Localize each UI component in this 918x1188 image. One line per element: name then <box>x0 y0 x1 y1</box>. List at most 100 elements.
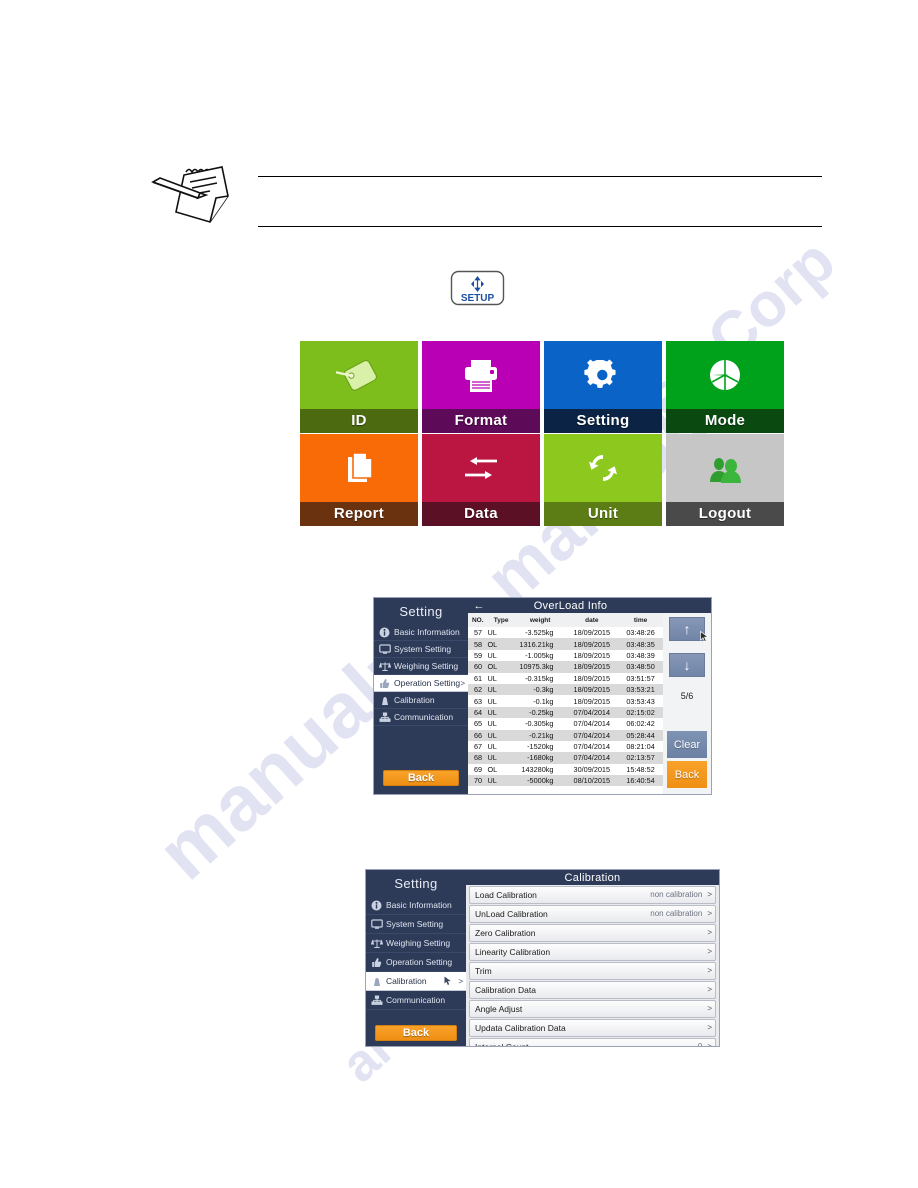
sidebar-item-operation-setting[interactable]: Operation Setting > <box>374 675 468 692</box>
sidebar-item-operation-setting[interactable]: Operation Setting <box>366 953 466 972</box>
table-cell-date: 07/04/2014 <box>573 719 611 729</box>
table-row[interactable]: 70 UL -5000kg 08/10/2015 16:40:54 <box>468 775 663 787</box>
table-row[interactable]: 58 OL 1316.21kg 18/09/2015 03:48:35 <box>468 638 663 650</box>
calibration-list-item[interactable]: Trim > <box>469 962 716 980</box>
calibration-list-item[interactable]: Calibration Data > <box>469 981 716 999</box>
mouse-cursor-icon <box>442 975 455 987</box>
tile-unit[interactable]: Unit <box>544 434 662 526</box>
table-cell-time: 03:51:57 <box>626 673 655 683</box>
scroll-up-button[interactable]: ↑ <box>669 617 709 643</box>
table-cell-time: 16:40:54 <box>626 776 655 786</box>
sidebar-item-label: Calibration <box>386 976 427 986</box>
chevron-right-icon: > <box>707 1023 712 1033</box>
sidebar-item-calibration[interactable]: Calibration > <box>366 972 466 991</box>
tile-label: Format <box>422 409 540 433</box>
table-cell-weight: -1680kg <box>527 753 554 763</box>
calibration-list-item[interactable]: Internal Count 0 > <box>469 1038 716 1046</box>
tile-setting[interactable]: Setting <box>544 341 662 433</box>
sidebar-back-button[interactable]: Back <box>375 1025 457 1041</box>
table-row[interactable]: 68 UL -1680kg 07/04/2014 02:13:57 <box>468 752 663 764</box>
table-cell-type: UL <box>487 628 497 638</box>
calibration-item-label: Calibration Data <box>475 984 536 995</box>
table-cell-time: 15:48:52 <box>626 764 655 774</box>
table-cell-no: 65 <box>474 719 483 729</box>
tile-label: Mode <box>666 409 784 433</box>
table-cell-time: 03:48:50 <box>626 662 655 672</box>
sidebar-item-communication[interactable]: Communication <box>374 709 468 726</box>
table-cell-no: 60 <box>474 662 483 672</box>
table-row[interactable]: 62 UL -0.3kg 18/09/2015 03:53:21 <box>468 683 663 696</box>
sidebar-item-label: Weighing Setting <box>386 938 451 948</box>
chevron-right-icon: > <box>707 985 712 995</box>
table-row[interactable]: 67 UL -1520kg 07/04/2014 08:21:04 <box>468 740 663 753</box>
sidebar-item-system-setting[interactable]: System Setting <box>374 641 468 658</box>
thumb-icon <box>378 677 391 689</box>
arrow-down-icon: ↓ <box>683 657 691 673</box>
sidebar-back-button[interactable]: Back <box>383 770 459 786</box>
back-button[interactable]: Back <box>667 761 707 788</box>
calibration-list-item[interactable]: Angle Adjust > <box>469 1000 716 1018</box>
sidebar-item-system-setting[interactable]: System Setting <box>366 915 466 934</box>
tile-id[interactable]: ID <box>300 341 418 433</box>
table-cell-date: 18/09/2015 <box>573 650 611 660</box>
clear-button[interactable]: Clear <box>667 731 707 758</box>
table-cell-no: 57 <box>474 628 483 638</box>
tile-format[interactable]: Format <box>422 341 540 433</box>
table-cell-no: 62 <box>474 685 483 695</box>
sidebar-item-basic-information[interactable]: Basic Information <box>374 624 468 641</box>
back-arrow-icon[interactable]: ← <box>468 600 490 612</box>
info-icon <box>378 626 391 638</box>
sidebar-item-weighing-setting[interactable]: Weighing Setting <box>374 658 468 675</box>
table-header-row: NO. Type weight date time <box>468 613 663 627</box>
table-row[interactable]: 57 UL -3.525kg 18/09/2015 03:48:26 <box>468 627 663 639</box>
sidebar-item-communication[interactable]: Communication <box>366 991 466 1010</box>
table-row[interactable]: 65 UL -0.305kg 07/04/2014 06:02:42 <box>468 718 663 730</box>
table-row[interactable]: 60 OL 10975.3kg 18/09/2015 03:48:50 <box>468 661 663 673</box>
tile-report[interactable]: Report <box>300 434 418 526</box>
table-cell-type: UL <box>487 685 497 695</box>
table-cell-weight: -3.525kg <box>525 628 554 638</box>
tile-data[interactable]: Data <box>422 434 540 526</box>
table-row[interactable]: 69 OL 143280kg 30/09/2015 15:48:52 <box>468 763 663 776</box>
scroll-down-button[interactable]: ↓ <box>669 653 705 677</box>
mouse-cursor-icon <box>700 630 710 643</box>
calibration-item-value: non calibration <box>650 909 703 919</box>
table-cell-date: 08/10/2015 <box>573 776 611 786</box>
table-cell-no: 68 <box>474 753 483 763</box>
table-cell-time: 03:48:39 <box>626 650 655 660</box>
sidebar-item-basic-information[interactable]: Basic Information <box>366 896 466 915</box>
calibration-list-item[interactable]: Updata Calibration Data > <box>469 1019 716 1037</box>
calibration-main-panel: Calibration Load Calibration non calibrat… <box>466 870 719 1046</box>
calibration-item-label: Load Calibration <box>475 889 537 900</box>
sidebar-item-calibration[interactable]: Calibration <box>374 692 468 709</box>
page-indicator: 5/6 <box>680 691 694 701</box>
table-cell-no: 66 <box>474 730 483 740</box>
calibration-list-item[interactable]: Linearity Calibration > <box>469 943 716 961</box>
table-row[interactable]: 59 UL -1.005kg 18/09/2015 03:48:39 <box>468 649 663 662</box>
table-cell-date: 07/04/2014 <box>573 730 611 740</box>
table-cell-time: 03:53:43 <box>626 696 655 706</box>
table-cell-no: 61 <box>474 673 483 683</box>
calibration-list-item[interactable]: Zero Calibration > <box>469 924 716 942</box>
table-cell-type: OL <box>487 639 498 649</box>
tile-logout[interactable]: Logout <box>666 434 784 526</box>
table-cell-weight: -0.3kg <box>533 685 554 695</box>
tile-mode[interactable]: Mode <box>666 341 784 433</box>
calibration-list-item[interactable]: UnLoad Calibration non calibration > <box>469 905 716 923</box>
table-row[interactable]: 63 UL -0.1kg 18/09/2015 03:53:43 <box>468 695 663 707</box>
note-rule-bottom <box>258 226 822 227</box>
table-row[interactable]: 64 UL -0.25kg 07/04/2014 02:15:02 <box>468 706 663 719</box>
table-cell-date: 07/04/2014 <box>573 707 611 717</box>
table-row[interactable]: 61 UL -0.315kg 18/09/2015 03:51:57 <box>468 672 663 684</box>
chevron-right-icon: > <box>707 1004 712 1014</box>
table-cell-time: 02:13:57 <box>626 753 655 763</box>
table-cell-date: 18/09/2015 <box>573 628 611 638</box>
table-cell-date: 18/09/2015 <box>573 696 611 706</box>
sidebar-item-weighing-setting[interactable]: Weighing Setting <box>366 934 466 953</box>
table-cell-type: UL <box>487 707 497 717</box>
calibration-list-item[interactable]: Load Calibration non calibration > <box>469 886 716 904</box>
table-row[interactable]: 66 UL -0.21kg 07/04/2014 05:28:44 <box>468 729 663 741</box>
overload-info-screen: Setting Basic Information System Setting <box>373 597 712 795</box>
chevron-right-icon: > <box>707 947 712 957</box>
table-cell-no: 64 <box>474 707 483 717</box>
